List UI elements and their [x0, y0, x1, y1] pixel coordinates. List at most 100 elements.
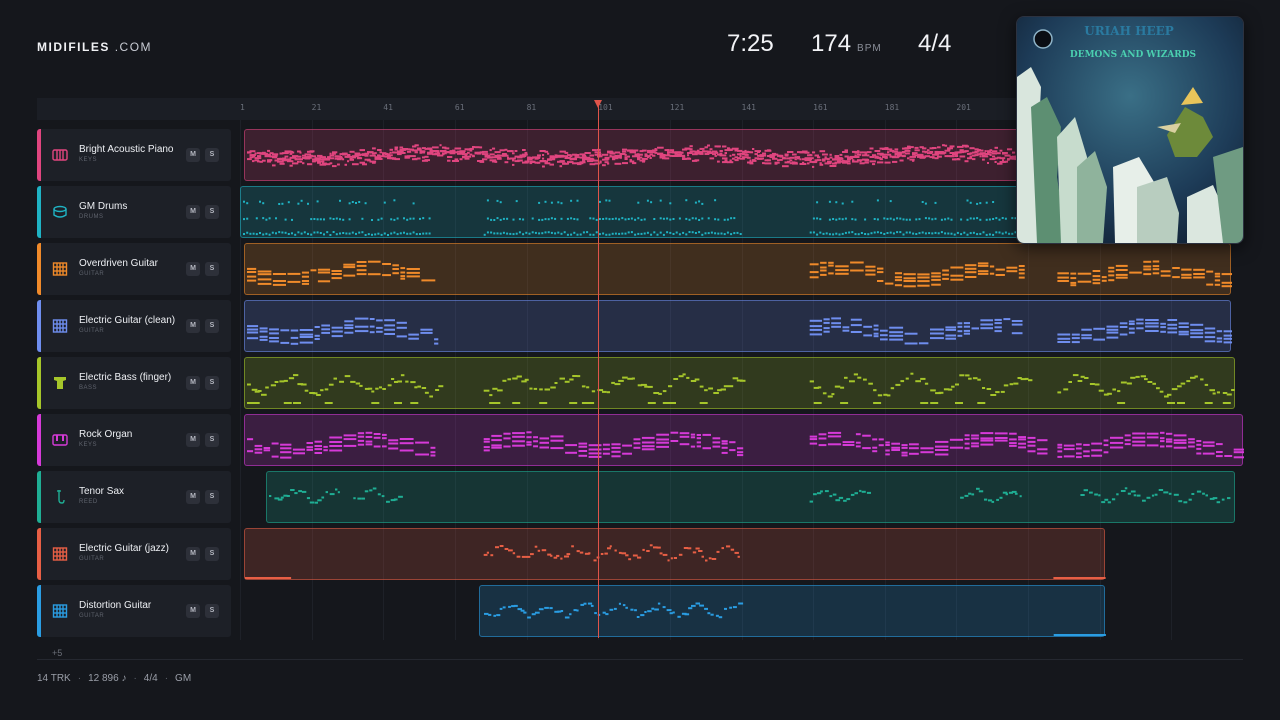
midi-note: [1120, 381, 1127, 384]
midi-note: [945, 337, 956, 340]
midi-note: [918, 218, 921, 221]
track-name: Overdriven Guitar: [79, 258, 158, 269]
solo-button[interactable]: S: [205, 376, 219, 390]
midi-note: [550, 217, 553, 220]
track-lane[interactable]: [244, 357, 1235, 409]
midi-note: [287, 201, 290, 204]
track-header[interactable]: Distortion Guitar GUITAR M S: [37, 585, 231, 637]
midi-note: [544, 388, 550, 391]
midi-note: [690, 604, 696, 607]
midi-note: [678, 217, 681, 220]
midi-note: [985, 218, 988, 221]
midi-note: [265, 218, 268, 221]
track-lane[interactable]: [244, 243, 1232, 295]
midi-note: [384, 328, 395, 331]
midi-note: [361, 217, 364, 220]
playhead[interactable]: [594, 100, 603, 638]
track-header[interactable]: Electric Bass (finger) BASS M S: [37, 357, 231, 409]
midi-note: [1084, 377, 1089, 379]
solo-button[interactable]: S: [205, 433, 219, 447]
track-header[interactable]: GM Drums DRUMS M S: [37, 186, 231, 238]
track-lane[interactable]: [244, 528, 1106, 580]
track-lane[interactable]: [244, 300, 1232, 352]
solo-button[interactable]: S: [205, 262, 219, 276]
midi-note: [274, 154, 278, 157]
midi-note: [622, 150, 627, 153]
solo-button[interactable]: S: [205, 319, 219, 333]
midi-note: [712, 441, 721, 444]
midi-note: [397, 380, 402, 383]
midi-note: [550, 435, 564, 438]
midi-note: [819, 218, 822, 221]
midi-note: [280, 443, 292, 446]
midi-note: [876, 218, 879, 221]
track-header[interactable]: Overdriven Guitar GUITAR M S: [37, 243, 231, 295]
solo-button[interactable]: S: [205, 148, 219, 162]
midi-note: [607, 547, 611, 550]
midi-note: [989, 149, 993, 152]
mute-button[interactable]: M: [186, 262, 200, 276]
solo-button[interactable]: S: [205, 490, 219, 504]
midi-note: [1071, 333, 1080, 336]
mute-button[interactable]: M: [186, 376, 200, 390]
midi-note: [533, 440, 538, 443]
midi-note: [643, 232, 646, 235]
midi-note: [382, 437, 387, 440]
solo-button[interactable]: S: [205, 547, 219, 561]
track-lane[interactable]: [240, 186, 1023, 238]
solo-button[interactable]: S: [205, 205, 219, 219]
brand-logo[interactable]: MIDIFILES .COM: [37, 40, 152, 54]
midi-note: [1180, 382, 1186, 385]
track-lane[interactable]: [266, 471, 1235, 523]
playhead-handle[interactable]: [594, 100, 603, 108]
mute-button[interactable]: M: [186, 490, 200, 504]
midi-note: [662, 217, 665, 220]
track-header[interactable]: Electric Guitar (jazz) GUITAR M S: [37, 528, 231, 580]
tempo-readout: 174 BPM: [811, 30, 882, 57]
midi-note: [415, 233, 418, 236]
midi-note: [980, 439, 994, 442]
mute-button[interactable]: M: [186, 547, 200, 561]
midi-note: [828, 272, 834, 275]
midi-note: [823, 321, 830, 324]
midi-note: [592, 158, 595, 161]
track-lane[interactable]: [478, 585, 1106, 637]
midi-note: [662, 606, 666, 609]
sax-icon: [52, 489, 68, 505]
midi-note: [851, 218, 854, 221]
mute-button[interactable]: M: [186, 604, 200, 618]
track-lane[interactable]: [244, 414, 1244, 466]
track-name: Electric Bass (finger): [79, 372, 172, 383]
midi-note: [247, 328, 259, 331]
mute-button[interactable]: M: [186, 433, 200, 447]
mute-button[interactable]: M: [186, 319, 200, 333]
midi-note: [377, 493, 381, 496]
midi-note: [1223, 341, 1232, 344]
solo-button[interactable]: S: [205, 604, 219, 618]
midi-note: [337, 491, 340, 494]
midi-note: [264, 153, 268, 156]
mute-button[interactable]: M: [186, 205, 200, 219]
track-lane[interactable]: [244, 129, 1024, 181]
midi-note: [496, 199, 499, 202]
track-header[interactable]: Bright Acoustic Piano KEYS M S: [37, 129, 231, 181]
midi-note: [819, 162, 822, 165]
more-tracks-indicator[interactable]: +5: [52, 648, 62, 658]
midi-note: [889, 338, 904, 341]
midi-note: [705, 559, 708, 562]
track-header[interactable]: Rock Organ KEYS M S: [37, 414, 231, 466]
midi-note: [867, 154, 870, 157]
midi-note: [269, 332, 279, 335]
midi-note: [547, 231, 550, 234]
midi-note: [813, 493, 817, 496]
midi-note: [1083, 455, 1090, 458]
mute-button[interactable]: M: [186, 148, 200, 162]
midi-note: [641, 445, 655, 448]
track-header[interactable]: Electric Guitar (clean) GUITAR M S: [37, 300, 231, 352]
midi-note: [499, 232, 502, 235]
midi-note: [592, 217, 595, 220]
midi-note: [633, 442, 641, 445]
midi-note: [529, 387, 533, 390]
track-header[interactable]: Tenor Sax REED M S: [37, 471, 231, 523]
midi-note: [869, 160, 876, 163]
